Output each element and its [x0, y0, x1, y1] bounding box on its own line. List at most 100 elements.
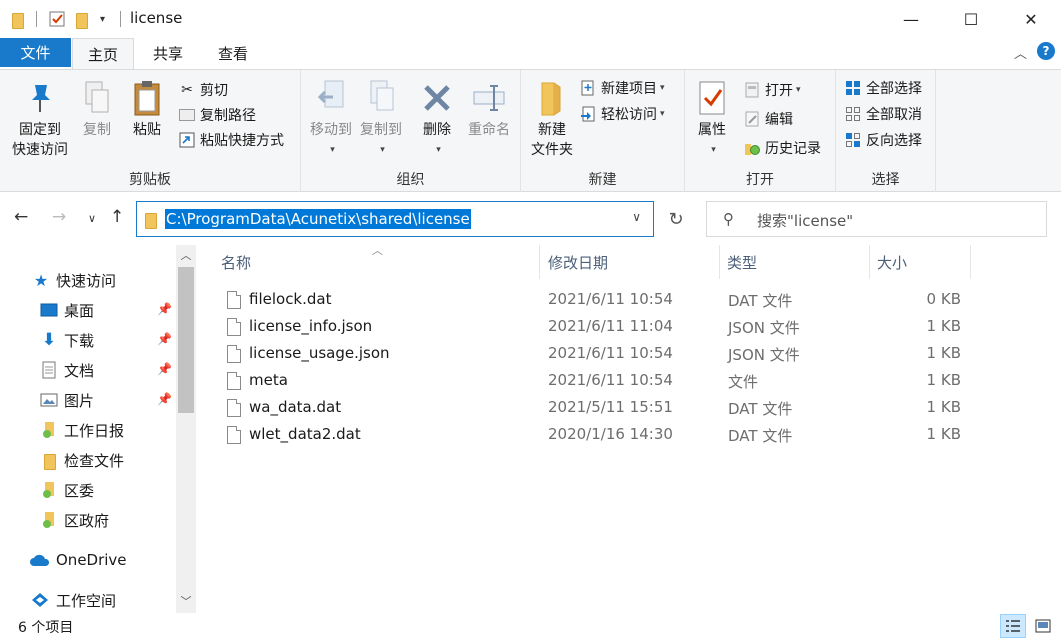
column-header-type[interactable]: 类型: [727, 245, 757, 279]
file-row[interactable]: wlet_data2.dat 2020/1/16 14:30 DAT 文件 1 …: [197, 421, 1061, 448]
file-row[interactable]: license_usage.json 2021/6/11 10:54 JSON …: [197, 340, 1061, 367]
chevron-down-icon: ▾: [380, 145, 385, 155]
paste-shortcut-button[interactable]: 粘贴快捷方式: [178, 128, 284, 152]
tab-view[interactable]: 查看: [202, 38, 264, 69]
address-bar[interactable]: C:\ProgramData\Acunetix\shared\license ∨: [136, 201, 654, 237]
address-path[interactable]: C:\ProgramData\Acunetix\shared\license: [165, 209, 471, 229]
open-button[interactable]: 打开 ▾: [743, 78, 801, 102]
desktop-icon: [40, 301, 58, 319]
details-view-icon[interactable]: [1000, 614, 1026, 638]
back-arrow-icon[interactable]: ←: [14, 207, 28, 227]
column-divider[interactable]: [719, 245, 720, 279]
scroll-down-icon[interactable]: ﹀: [176, 591, 196, 611]
file-row[interactable]: license_info.json 2021/6/11 11:04 JSON 文…: [197, 313, 1061, 340]
nav-district-committee[interactable]: 区委: [40, 475, 176, 505]
customize-quick-access-icon[interactable]: ▾: [100, 9, 105, 29]
column-header-name[interactable]: 名称: [221, 245, 251, 279]
nav-documents[interactable]: 文档 📌: [40, 355, 176, 385]
move-to-label: 移动到: [310, 122, 352, 138]
file-size: 1 KB: [926, 425, 961, 443]
nav-label: 区政府: [64, 511, 110, 530]
file-list: ︿ 名称 修改日期 类型 大小 filelock.dat 2021/6/11 1…: [197, 244, 1061, 613]
rename-icon: [471, 78, 507, 118]
copy-to-button[interactable]: 复制到 ▾: [356, 78, 406, 160]
forward-arrow-icon[interactable]: →: [52, 207, 66, 227]
copy-path-label: 复制路径: [200, 108, 256, 124]
column-header-size[interactable]: 大小: [877, 245, 907, 279]
new-item-button[interactable]: 新建项目 ▾: [579, 76, 665, 100]
rename-button[interactable]: 重命名: [461, 78, 517, 140]
copy-button[interactable]: 复制: [76, 78, 118, 140]
file-row[interactable]: meta 2021/6/11 10:54 文件 1 KB: [197, 367, 1061, 394]
synced-folder-icon: [40, 421, 58, 439]
pin-icon[interactable]: 📌: [157, 362, 172, 376]
tab-share[interactable]: 共享: [138, 38, 198, 69]
nav-desktop[interactable]: 桌面 📌: [40, 295, 176, 325]
pin-icon[interactable]: 📌: [157, 332, 172, 346]
search-input[interactable]: 搜索"license": [757, 210, 853, 231]
tab-home[interactable]: 主页: [72, 38, 134, 69]
nav-inspection-files[interactable]: 检查文件: [40, 445, 176, 475]
file-size: 1 KB: [926, 344, 961, 362]
pin-icon[interactable]: 📌: [157, 392, 172, 406]
select-group: 全部选择 全部取消 反向选择 选择: [836, 70, 936, 192]
invert-selection-button[interactable]: 反向选择: [844, 128, 922, 152]
chevron-down-icon[interactable]: ∨: [632, 210, 641, 224]
chevron-up-icon[interactable]: ︿: [1014, 43, 1027, 62]
nav-label: 图片: [64, 391, 95, 410]
nav-quick-access[interactable]: ★ 快速访问: [32, 265, 176, 295]
file-icon: [227, 399, 241, 417]
nav-daily-report[interactable]: 工作日报: [40, 415, 176, 445]
pin-icon[interactable]: 📌: [157, 302, 172, 316]
minimize-button[interactable]: —: [881, 0, 941, 38]
move-to-button[interactable]: 移动到 ▾: [306, 78, 356, 160]
history-button[interactable]: 历史记录: [743, 136, 821, 160]
column-divider[interactable]: [970, 245, 971, 279]
refresh-icon[interactable]: ↻: [662, 201, 690, 237]
nav-district-government[interactable]: 区政府: [40, 505, 176, 535]
help-icon[interactable]: ?: [1037, 42, 1055, 60]
file-modified: 2021/5/11 15:51: [548, 398, 673, 416]
column-divider[interactable]: [869, 245, 870, 279]
file-row[interactable]: wa_data.dat 2021/5/11 15:51 DAT 文件 1 KB: [197, 394, 1061, 421]
select-none-button[interactable]: 全部取消: [844, 102, 922, 126]
pin-to-quick-access-button[interactable]: 固定到 快速访问: [8, 78, 72, 160]
column-divider[interactable]: [539, 245, 540, 279]
search-box[interactable]: ⚲ 搜索"license": [706, 201, 1047, 237]
synced-folder-icon: [40, 481, 58, 499]
nav-workspace[interactable]: 工作空间: [30, 585, 176, 615]
new-group-label: 新建: [588, 172, 617, 188]
properties-button[interactable]: 属性 ▾: [691, 78, 733, 160]
new-folder-button[interactable]: 新建 文件夹: [525, 78, 579, 160]
tab-file[interactable]: 文件: [0, 38, 71, 67]
scroll-up-icon[interactable]: ︿: [176, 245, 196, 265]
close-button[interactable]: ✕: [1001, 0, 1061, 38]
up-arrow-icon[interactable]: ↑: [110, 207, 124, 227]
file-type: DAT 文件: [728, 292, 793, 310]
paste-button[interactable]: 粘贴: [124, 78, 170, 140]
easy-access-button[interactable]: 轻松访问 ▾: [579, 102, 665, 126]
properties-quick-icon[interactable]: [48, 9, 66, 29]
scrollbar-thumb[interactable]: [178, 267, 194, 413]
copy-label: 复制: [83, 122, 111, 138]
select-all-button[interactable]: 全部选择: [844, 76, 922, 100]
nav-downloads[interactable]: ⬇ 下载 📌: [40, 325, 176, 355]
copy-path-button[interactable]: 复制路径: [178, 103, 256, 127]
paste-shortcut-label: 粘贴快捷方式: [200, 133, 284, 149]
new-folder-quick-icon[interactable]: [74, 9, 88, 29]
recent-locations-chevron-icon[interactable]: ∨: [88, 212, 96, 225]
maximize-button[interactable]: ☐: [941, 0, 1001, 38]
cut-button[interactable]: ✂ 剪切: [178, 78, 228, 102]
delete-button[interactable]: 删除 ▾: [416, 78, 458, 160]
open-group: 属性 ▾ 打开 ▾ 编辑 历史记录 打开: [685, 70, 836, 192]
easy-access-icon: [579, 105, 597, 123]
nav-onedrive[interactable]: OneDrive: [30, 545, 176, 575]
nav-label: OneDrive: [56, 551, 127, 569]
column-header-modified[interactable]: 修改日期: [548, 245, 608, 279]
file-name: wa_data.dat: [249, 398, 342, 416]
nav-pictures[interactable]: 图片 📌: [40, 385, 176, 415]
large-icons-view-icon[interactable]: [1030, 614, 1056, 638]
file-row[interactable]: filelock.dat 2021/6/11 10:54 DAT 文件 0 KB: [197, 286, 1061, 313]
edit-button[interactable]: 编辑: [743, 107, 793, 131]
nav-scrollbar[interactable]: ︿ ﹀: [176, 245, 196, 613]
